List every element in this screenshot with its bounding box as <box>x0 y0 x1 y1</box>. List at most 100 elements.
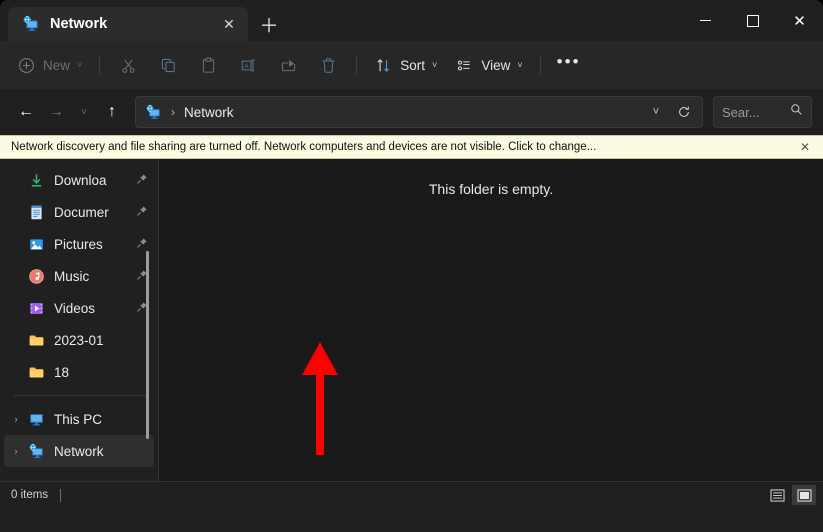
sidebar-item-label: This PC <box>54 412 158 427</box>
sort-icon <box>374 56 393 75</box>
network-discovery-notification[interactable]: Network discovery and file sharing are t… <box>0 135 823 159</box>
sort-button[interactable]: Sort ˅ <box>365 49 446 81</box>
window-controls: ✕ <box>682 0 823 41</box>
share-icon <box>279 56 298 75</box>
explorer-body: Downloa <box>0 159 823 481</box>
sidebar-item-2023-01[interactable]: 2023-01 <box>0 324 158 356</box>
file-explorer-window: Network ✕ ＋ ✕ New ˅ <box>0 0 823 532</box>
copy-icon <box>159 56 178 75</box>
large-icons-view-button[interactable] <box>792 485 816 505</box>
sidebar-item-label: Network <box>54 444 154 459</box>
chevron-down-icon: ˅ <box>77 60 82 70</box>
tab-network[interactable]: Network ✕ <box>8 7 248 41</box>
network-icon <box>28 443 45 460</box>
sidebar-item-videos[interactable]: Videos <box>0 292 158 324</box>
music-icon <box>28 268 45 285</box>
sidebar-item-label: 18 <box>54 365 134 380</box>
sidebar-item-label: Documer <box>54 205 134 220</box>
share-button[interactable] <box>268 49 308 81</box>
chevron-down-icon: ˅ <box>517 60 522 70</box>
search-input[interactable]: Sear... <box>713 96 812 128</box>
close-icon[interactable]: ✕ <box>797 140 813 154</box>
sidebar-scrollbar[interactable] <box>146 251 149 439</box>
trash-icon <box>319 56 338 75</box>
this-pc-icon <box>28 411 45 428</box>
navigation-pane: Downloa <box>0 159 158 481</box>
paste-button[interactable] <box>188 49 228 81</box>
chevron-down-icon[interactable]: ˅ <box>642 98 670 126</box>
sort-button-label: Sort <box>400 58 425 73</box>
address-bar[interactable]: › Network ˅ <box>135 96 703 128</box>
breadcrumb-separator: › <box>171 105 175 119</box>
divider <box>356 55 357 75</box>
pin-icon[interactable] <box>134 173 150 188</box>
breadcrumb-network[interactable]: Network <box>184 105 642 120</box>
search-placeholder: Sear... <box>722 105 790 120</box>
title-bar: Network ✕ ＋ ✕ <box>0 0 823 41</box>
file-list-area[interactable]: This folder is empty. <box>159 159 823 481</box>
new-tab-button[interactable]: ＋ <box>252 7 286 41</box>
close-window-button[interactable]: ✕ <box>776 0 823 41</box>
divider <box>540 55 541 75</box>
tab-title: Network <box>50 16 216 32</box>
svg-text:A: A <box>244 62 249 69</box>
network-icon <box>145 104 162 121</box>
divider <box>60 489 61 502</box>
sidebar-item-label: Videos <box>54 301 134 316</box>
tab-strip: Network ✕ ＋ <box>0 0 286 41</box>
sidebar-item-label: Music <box>54 269 134 284</box>
view-button[interactable]: View ˅ <box>446 49 531 81</box>
details-view-button[interactable] <box>765 485 789 505</box>
search-icon <box>790 103 803 121</box>
notification-message: Network discovery and file sharing are t… <box>11 141 797 153</box>
sidebar-item-label: 2023-01 <box>54 333 134 348</box>
copy-button[interactable] <box>148 49 188 81</box>
chevron-right-icon[interactable]: › <box>8 414 24 424</box>
plus-circle-icon <box>17 56 36 75</box>
sidebar-item-music[interactable]: Music <box>0 260 158 292</box>
sidebar-item-network[interactable]: › Network <box>4 435 154 467</box>
downloads-icon <box>28 172 45 189</box>
network-icon <box>22 15 40 33</box>
new-button[interactable]: New ˅ <box>8 49 91 81</box>
view-button-label: View <box>481 58 510 73</box>
chevron-down-icon: ˅ <box>432 60 437 70</box>
paste-icon <box>199 56 218 75</box>
refresh-icon[interactable] <box>670 98 698 126</box>
sidebar-separator <box>14 395 146 396</box>
sidebar-item-18[interactable]: 18 <box>0 356 158 388</box>
sidebar-item-this-pc[interactable]: › This PC <box>0 403 158 435</box>
videos-icon <box>28 300 45 317</box>
command-bar: New ˅ <box>0 41 823 89</box>
new-button-label: New <box>43 58 70 73</box>
delete-button[interactable] <box>308 49 348 81</box>
folder-icon <box>28 332 45 349</box>
see-more-button[interactable]: ••• <box>549 49 589 81</box>
pin-icon[interactable] <box>134 205 150 220</box>
empty-folder-message: This folder is empty. <box>429 181 553 481</box>
recent-locations-button[interactable]: ˅ <box>71 97 97 127</box>
sidebar-item-documents[interactable]: Documer <box>0 196 158 228</box>
scissors-icon <box>119 56 138 75</box>
minimize-button[interactable] <box>682 0 729 41</box>
back-button[interactable]: ← <box>11 97 41 127</box>
close-icon[interactable]: ✕ <box>216 11 242 37</box>
status-bar: 0 items <box>0 481 823 508</box>
maximize-button[interactable] <box>729 0 776 41</box>
folder-icon <box>28 364 45 381</box>
chevron-right-icon[interactable]: › <box>8 446 24 456</box>
pin-icon[interactable] <box>134 237 150 252</box>
sidebar-item-downloads[interactable]: Downloa <box>0 164 158 196</box>
pictures-icon <box>28 236 45 253</box>
address-row: ← → ˅ ↑ › Network ˅ <box>0 89 823 135</box>
rename-button[interactable]: A <box>228 49 268 81</box>
cut-button[interactable] <box>108 49 148 81</box>
sidebar-item-label: Downloa <box>54 173 134 188</box>
forward-button[interactable]: → <box>41 97 71 127</box>
sidebar-item-pictures[interactable]: Pictures <box>0 228 158 260</box>
documents-icon <box>28 204 45 221</box>
rename-icon: A <box>239 56 258 75</box>
sidebar-item-label: Pictures <box>54 237 134 252</box>
item-count: 0 items <box>11 489 48 501</box>
up-button[interactable]: ↑ <box>97 97 127 127</box>
